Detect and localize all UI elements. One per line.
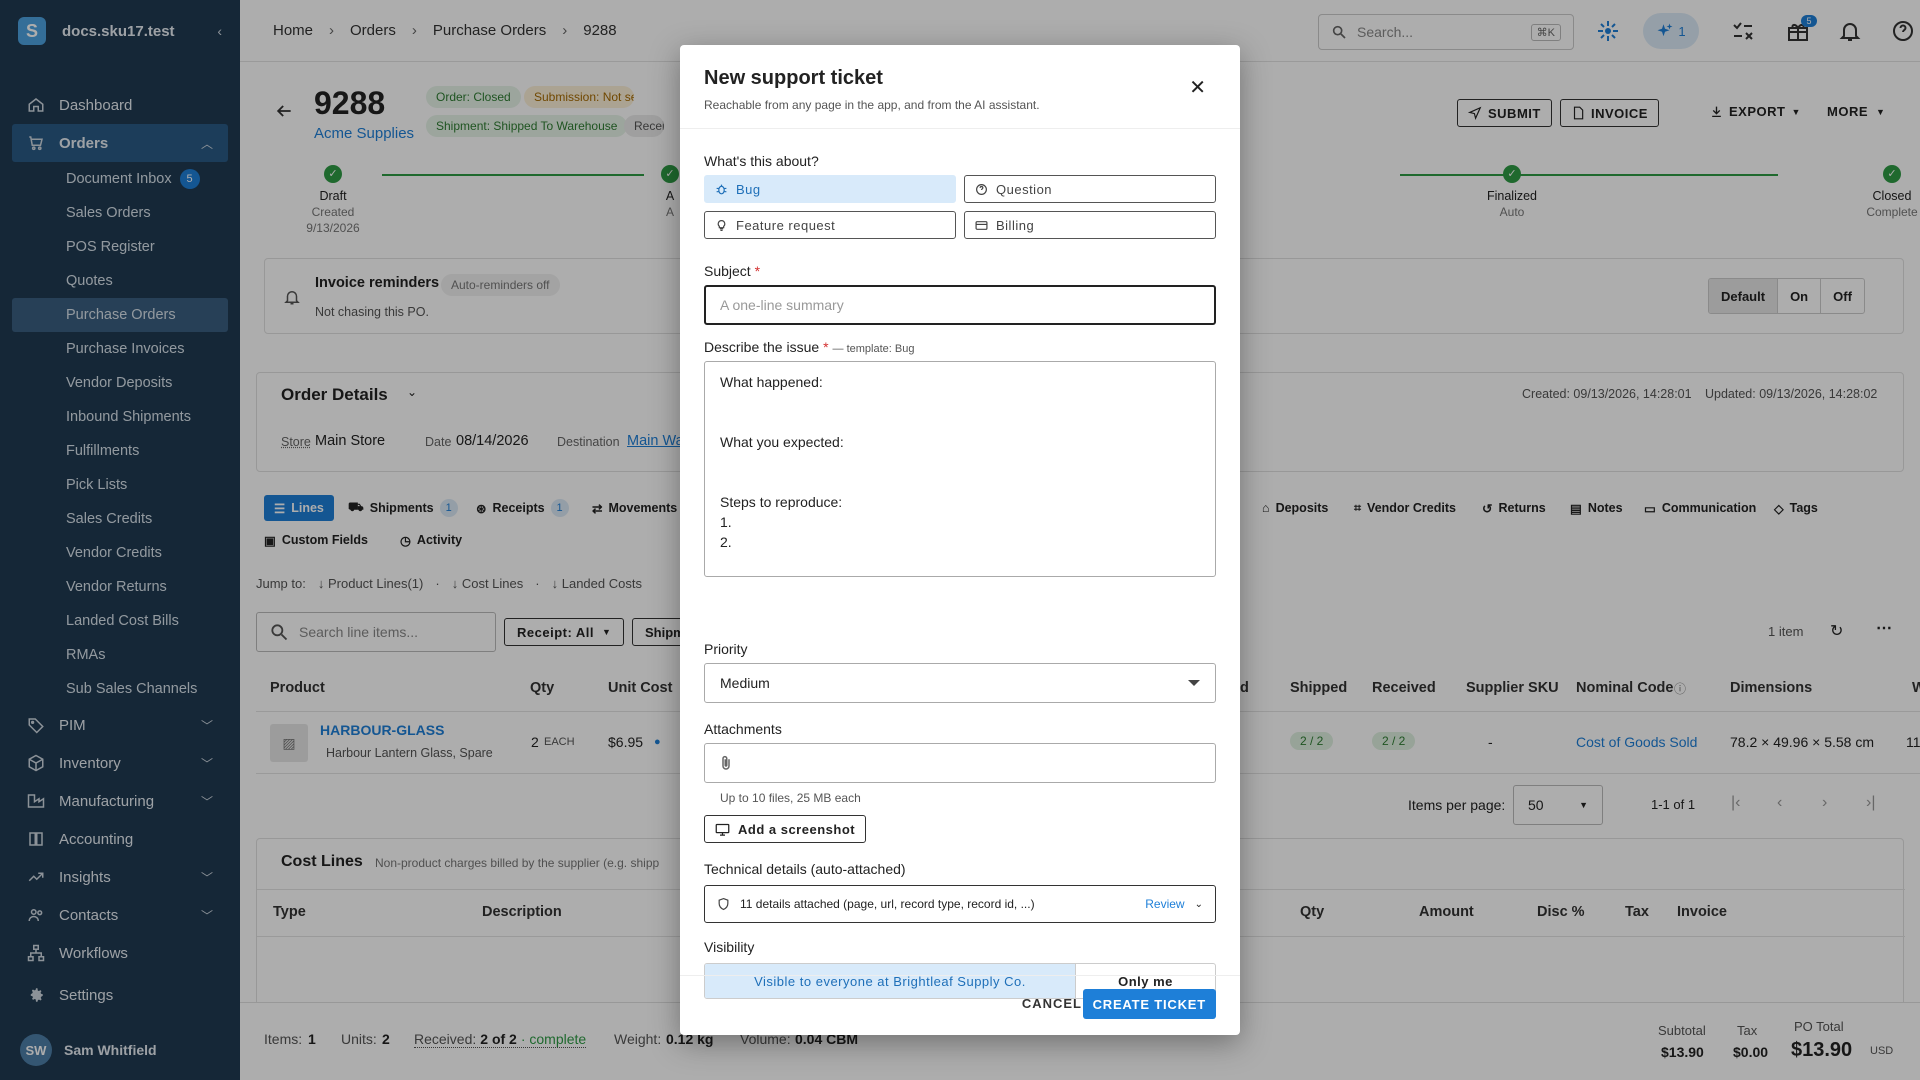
topic-option-billing[interactable]: Billing bbox=[964, 211, 1216, 239]
attachments-hint: Up to 10 files, 25 MB each bbox=[720, 791, 861, 805]
question-icon bbox=[976, 183, 987, 195]
technical-details-text: 11 details attached (page, url, record t… bbox=[740, 897, 1035, 911]
description-label: Describe the issue * — template: Bug bbox=[704, 339, 914, 355]
cancel-button[interactable]: CANCEL bbox=[1022, 996, 1082, 1011]
option-label: Billing bbox=[996, 217, 1035, 233]
required-marker: * bbox=[823, 339, 829, 355]
support-ticket-dialog: New support ticket Reachable from any pa… bbox=[680, 45, 1240, 1035]
create-ticket-button[interactable]: CREATE TICKET bbox=[1082, 989, 1216, 1019]
shield-icon bbox=[718, 897, 729, 911]
priority-value: Medium bbox=[720, 675, 770, 691]
subject-placeholder: A one-line summary bbox=[720, 297, 844, 313]
subject-label-text: Subject bbox=[704, 263, 751, 279]
description-label-text: Describe the issue bbox=[704, 339, 820, 355]
visibility-label: Visibility bbox=[704, 939, 755, 955]
technical-details-row[interactable]: 11 details attached (page, url, record t… bbox=[704, 885, 1216, 923]
priority-select[interactable]: Medium bbox=[704, 663, 1216, 703]
subject-input[interactable]: A one-line summary bbox=[704, 285, 1216, 325]
screenshot-label: Add a screenshot bbox=[738, 821, 856, 837]
priority-label: Priority bbox=[704, 641, 748, 657]
technical-details-label: Technical details (auto-attached) bbox=[704, 861, 906, 877]
description-textarea[interactable]: What happened: What you expected: Steps … bbox=[704, 361, 1216, 577]
bug-icon bbox=[716, 184, 727, 194]
add-screenshot-button[interactable]: Add a screenshot bbox=[704, 815, 867, 843]
attachments-label: Attachments bbox=[704, 721, 782, 737]
topic-label: What's this about? bbox=[704, 153, 819, 169]
create-ticket-label: CREATE TICKET bbox=[1092, 996, 1206, 1012]
chevron-down-icon[interactable]: ⌄ bbox=[1195, 899, 1203, 910]
dialog-title: New support ticket bbox=[704, 67, 883, 89]
dialog-footer: CANCEL CREATE TICKET bbox=[680, 975, 1240, 1035]
dialog-subtitle: Reachable from any page in the app, and … bbox=[704, 98, 1040, 112]
lightbulb-icon bbox=[717, 219, 726, 231]
required-marker: * bbox=[754, 263, 761, 279]
dialog-header: New support ticket Reachable from any pa… bbox=[680, 45, 1240, 129]
option-label: Bug bbox=[736, 181, 761, 197]
subject-label: Subject * bbox=[704, 263, 760, 279]
attachments-dropzone[interactable] bbox=[704, 743, 1216, 783]
app-root: S docs.sku17.test ‹ Dashboard Orders ︿ D… bbox=[0, 0, 1920, 1080]
option-label: Feature request bbox=[736, 217, 836, 233]
option-label: Question bbox=[996, 181, 1053, 197]
close-icon[interactable]: ✕ bbox=[1189, 75, 1206, 100]
template-hint: — template: Bug bbox=[832, 343, 915, 355]
review-link[interactable]: Review bbox=[1145, 897, 1184, 911]
topic-option-question[interactable]: Question bbox=[964, 175, 1216, 203]
topic-option-feature-request[interactable]: Feature request bbox=[704, 211, 956, 239]
paperclip-icon bbox=[722, 755, 730, 770]
monitor-icon bbox=[715, 823, 730, 836]
topic-option-bug[interactable]: Bug bbox=[704, 175, 956, 203]
credit-card-icon bbox=[975, 220, 988, 230]
caret-down-icon bbox=[1188, 680, 1200, 686]
